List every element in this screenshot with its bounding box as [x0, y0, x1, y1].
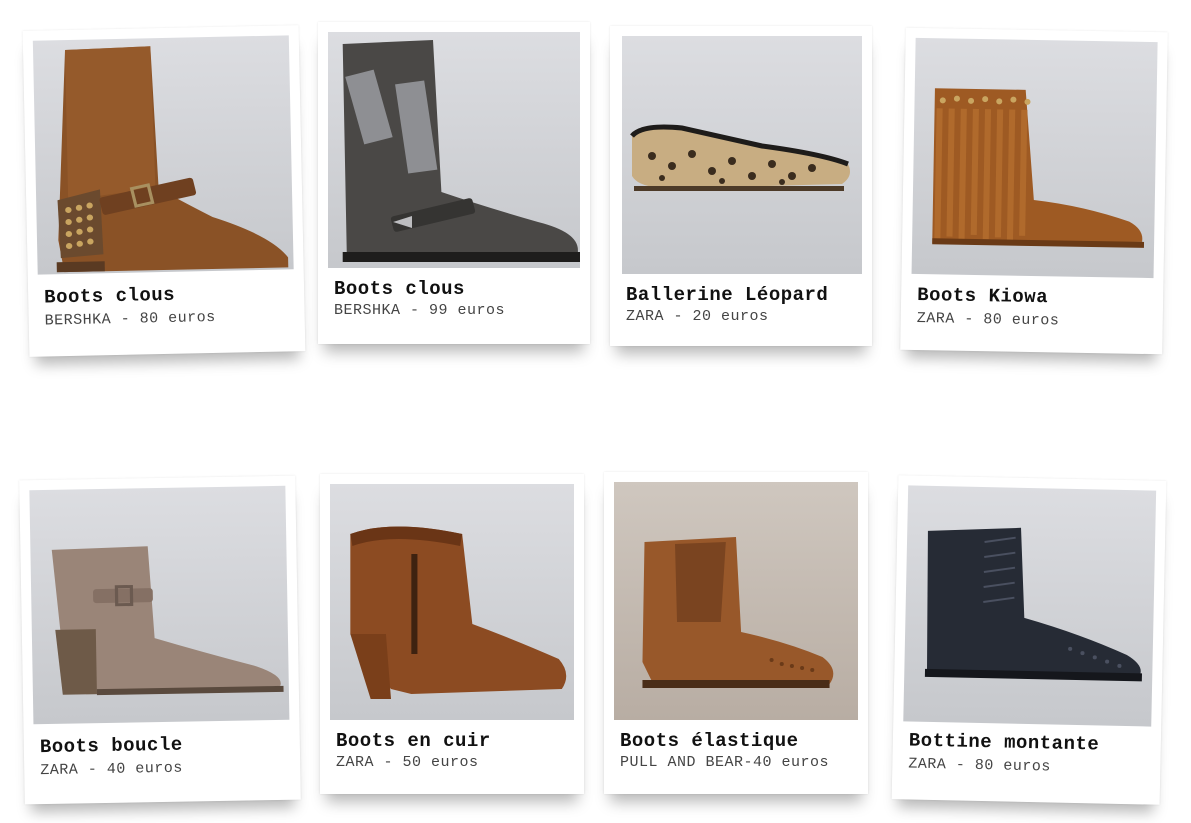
product-card-4[interactable]: Boots Kiowa ZARA - 80 euros: [900, 27, 1168, 355]
product-card-2[interactable]: Boots clous BERSHKA - 99 euros: [318, 22, 590, 344]
product-title: Bottine montante: [908, 729, 1100, 756]
product-brand-price: ZARA - 20 euros: [626, 308, 769, 325]
product-brand-price: ZARA - 50 euros: [336, 754, 479, 771]
product-photo-brown-chelsea-boot: [614, 482, 858, 720]
product-card-6[interactable]: Boots en cuir ZARA - 50 euros: [320, 474, 584, 794]
product-photo-fringe-moccasin-boot: [911, 37, 1158, 279]
product-photo-grey-studded-biker-boot: [328, 32, 580, 268]
product-brand-price: ZARA - 80 euros: [916, 309, 1060, 330]
product-brand-price: ZARA - 40 euros: [40, 759, 183, 780]
product-title: Boots en cuir: [336, 730, 491, 752]
product-title: Boots clous: [334, 278, 465, 300]
product-card-5[interactable]: Boots boucle ZARA - 40 euros: [19, 475, 301, 805]
product-brand-price: BERSHKA - 99 euros: [334, 302, 506, 319]
product-brand-price: PULL AND BEAR-40 euros: [620, 754, 830, 771]
product-title: Boots boucle: [39, 733, 183, 759]
product-title: Boots clous: [43, 283, 176, 309]
product-title: Ballerine Léopard: [626, 284, 829, 306]
product-photo-black-lace-up-brogue-boot: [903, 485, 1157, 727]
product-photo-leopard-ballet-flat: [622, 36, 862, 274]
product-photo-tan-leather-heeled-bootie: [330, 484, 574, 720]
product-brand-price: BERSHKA - 80 euros: [44, 308, 216, 330]
product-title: Boots Kiowa: [916, 283, 1049, 309]
product-card-3[interactable]: Ballerine Léopard ZARA - 20 euros: [610, 26, 872, 346]
product-brand-price: ZARA - 80 euros: [908, 755, 1052, 776]
product-title: Boots élastique: [620, 730, 799, 752]
product-card-1[interactable]: Boots clous BERSHKA - 80 euros: [22, 25, 306, 357]
product-photo-taupe-heeled-ankle-boot: [29, 485, 290, 725]
product-photo-brown-suede-studded-boot: [32, 35, 294, 275]
product-card-8[interactable]: Bottine montante ZARA - 80 euros: [891, 475, 1167, 805]
product-card-7[interactable]: Boots élastique PULL AND BEAR-40 euros: [604, 472, 868, 794]
